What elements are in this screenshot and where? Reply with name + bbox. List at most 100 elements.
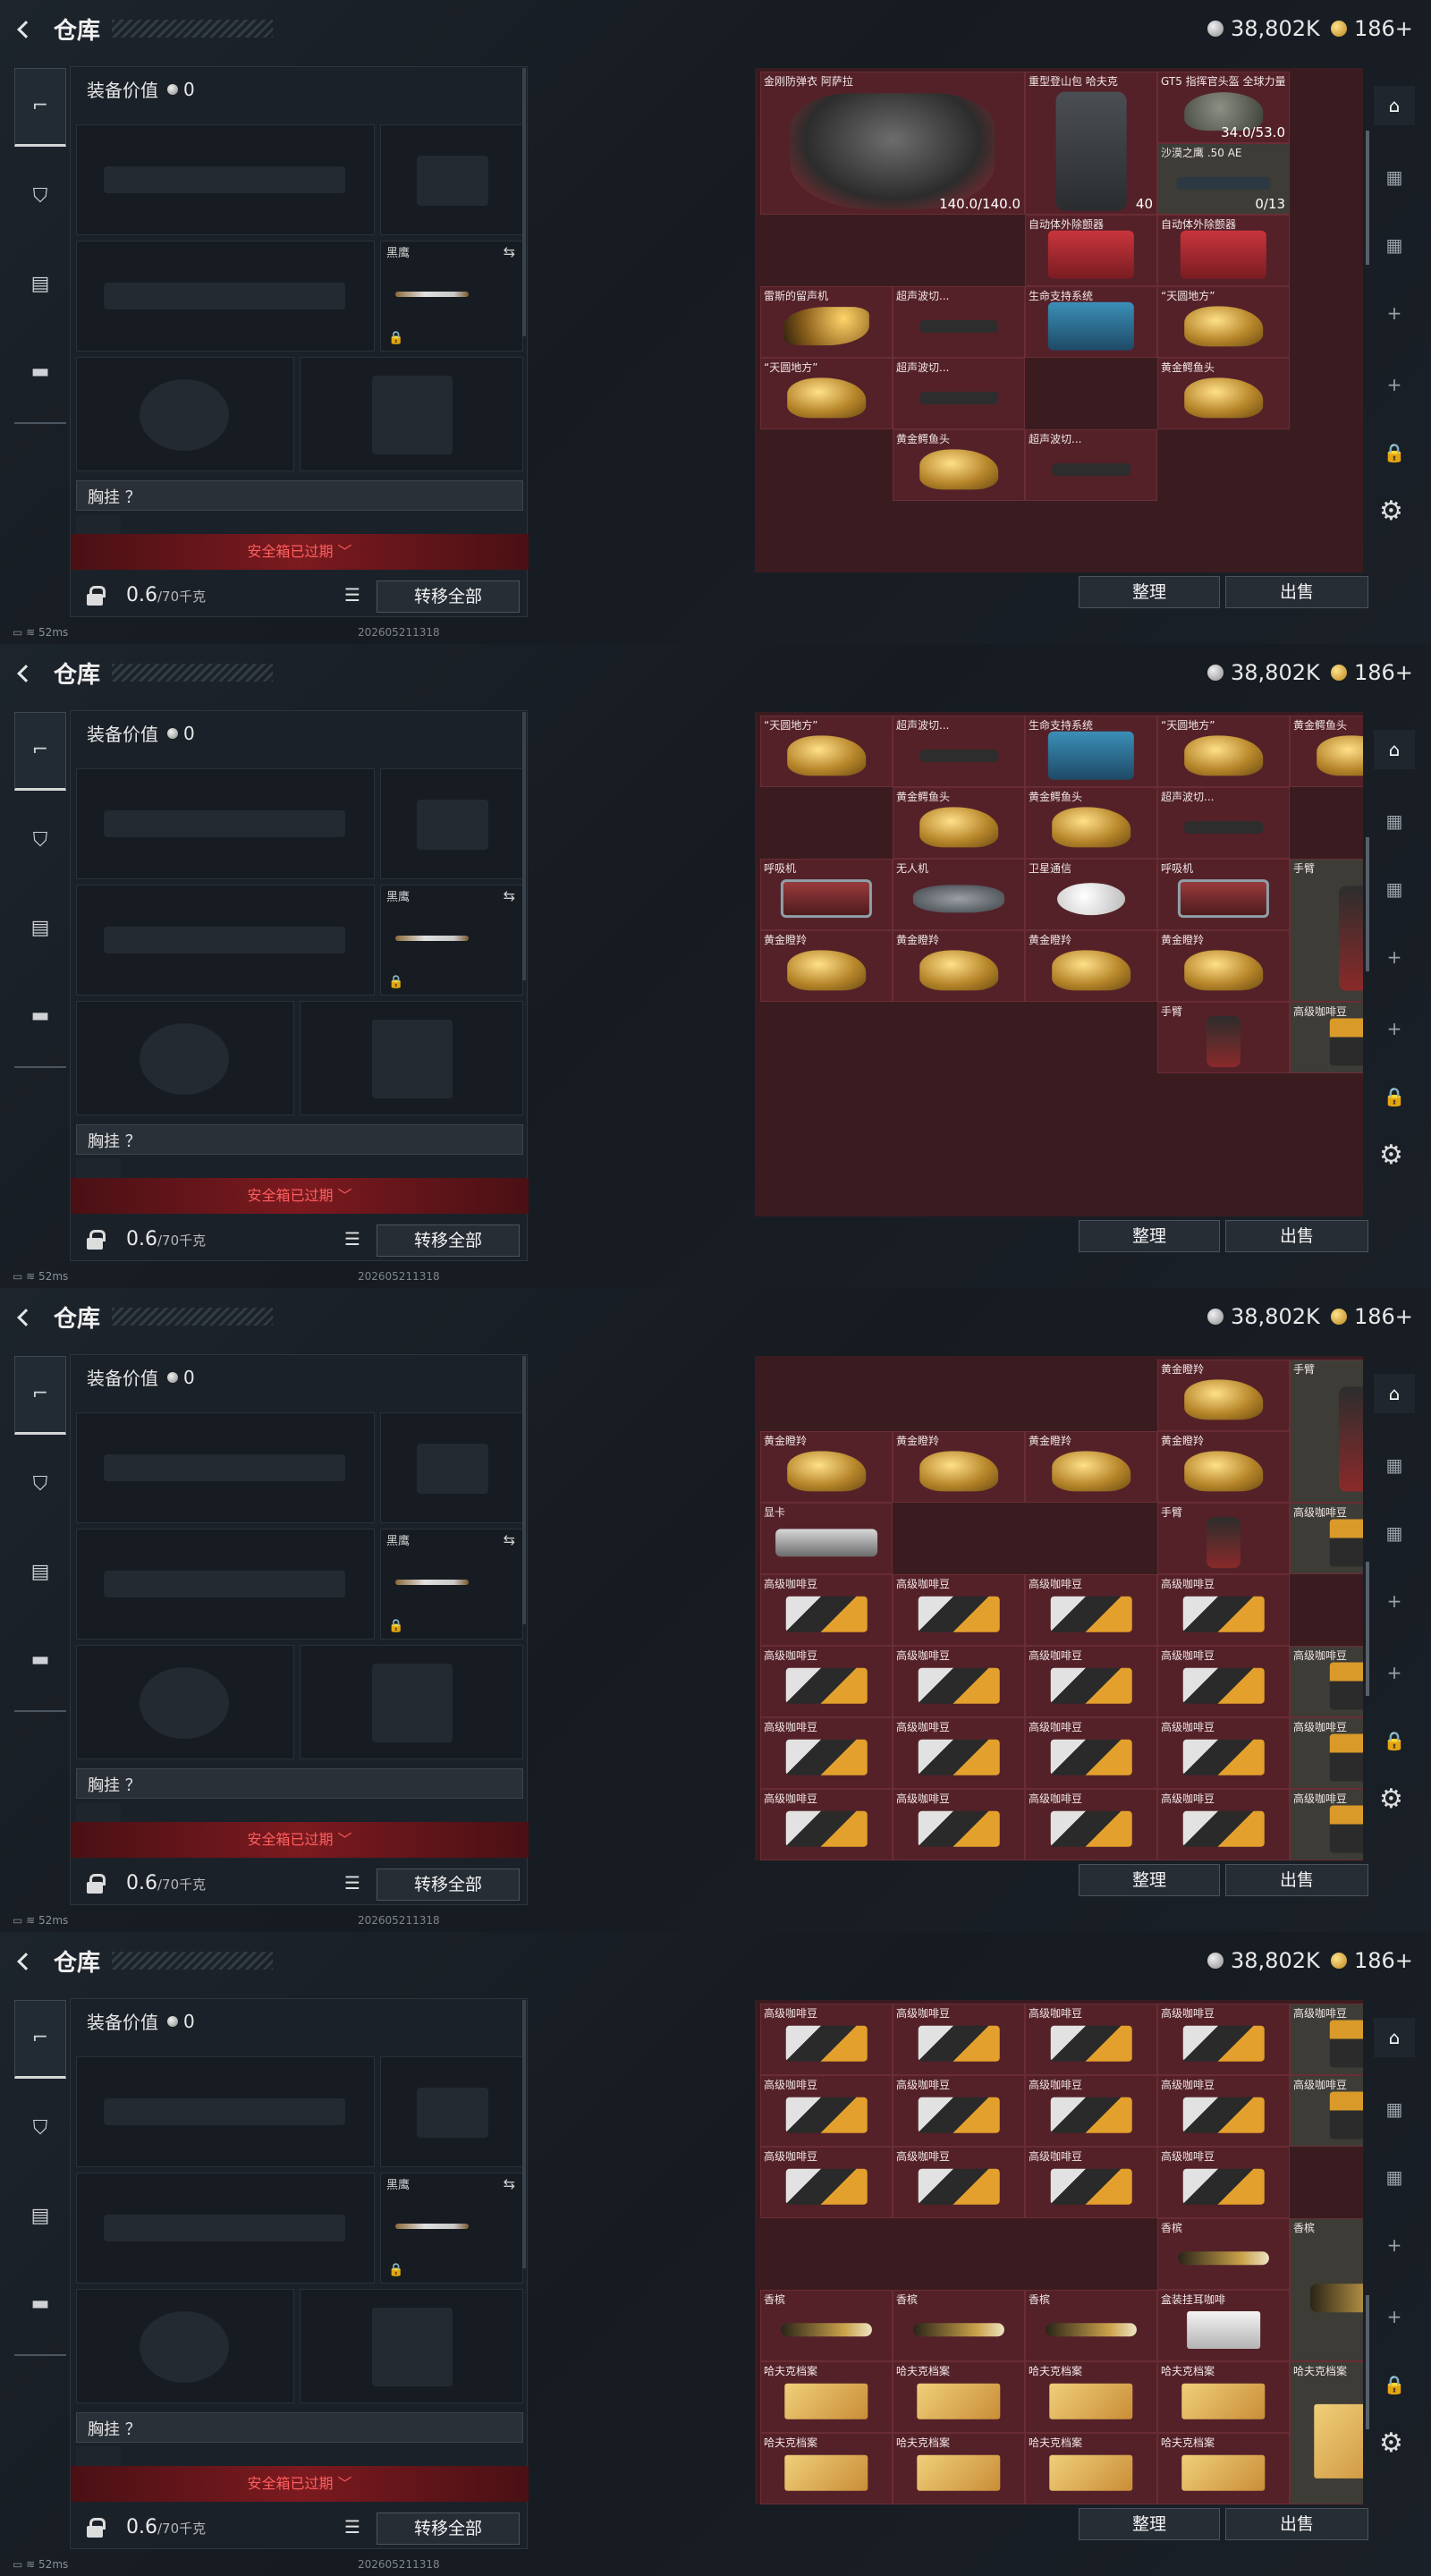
inventory-item[interactable]: 香槟	[760, 2290, 893, 2361]
inventory-item[interactable]: 高级咖啡豆	[1290, 1002, 1363, 1073]
inventory-item[interactable]: 高级咖啡豆	[893, 2147, 1025, 2218]
add-warehouse-button-2[interactable]: +	[1374, 365, 1415, 404]
pistol-slot[interactable]	[380, 1412, 523, 1523]
inventory-item[interactable]: 超声波切...	[893, 716, 1025, 787]
tab-clipboard[interactable]: ▤	[14, 1533, 66, 1612]
inventory-item[interactable]: 高级咖啡豆	[760, 2147, 893, 2218]
tab-weapons[interactable]: ⌐	[14, 712, 66, 791]
locked-warehouse-tab[interactable]: 🔒	[1374, 1077, 1415, 1116]
warehouse-scrollbar[interactable]	[1366, 1562, 1369, 1696]
inventory-item[interactable]: 黄金鳄鱼头	[893, 787, 1025, 859]
warehouse-scrollbar[interactable]	[1366, 837, 1369, 971]
helmet-slot[interactable]	[76, 1001, 294, 1115]
safebox-expired-banner[interactable]: 安全箱已过期 ﹀	[71, 1178, 529, 1214]
inventory-item[interactable]: GT5 指挥官头盔 全球力量 34.0/53.0	[1157, 72, 1290, 143]
inventory-item[interactable]: 哈夫克档案	[760, 2433, 893, 2504]
gear-icon[interactable]: ⚙	[1379, 2428, 1403, 2459]
melee-slot[interactable]: 黑鹰 ⇆ 🔒	[380, 241, 523, 352]
inventory-item[interactable]: 金刚防弹衣 阿萨拉 140.0/140.0	[760, 72, 1025, 215]
inventory-item[interactable]: 高级咖啡豆	[1025, 1646, 1157, 1717]
inventory-item[interactable]: 高级咖啡豆	[1157, 2004, 1290, 2075]
inventory-item[interactable]: 手臂	[1157, 1503, 1290, 1574]
inventory-item[interactable]: 黄金鳄鱼头	[1290, 716, 1363, 787]
tab-clipboard[interactable]: ▤	[14, 245, 66, 324]
back-arrow-icon[interactable]	[14, 660, 36, 685]
inventory-item[interactable]: 显卡	[760, 1503, 893, 1574]
primary-weapon-slot[interactable]	[76, 768, 375, 879]
warehouse-tab-2[interactable]: ▦	[1374, 1445, 1415, 1485]
inventory-item[interactable]: 高级咖啡豆	[1157, 2075, 1290, 2147]
armor-slot[interactable]	[300, 1001, 523, 1115]
inventory-item[interactable]: 高级咖啡豆	[1290, 2075, 1363, 2147]
chest-rig-slot[interactable]: 胸挂 ？	[76, 2412, 523, 2443]
inventory-item[interactable]: 哈夫克档案	[893, 2361, 1025, 2433]
tab-weapons[interactable]: ⌐	[14, 2000, 66, 2079]
inventory-item[interactable]: 沙漠之鹰 .50 AE 0/13	[1157, 143, 1290, 215]
inventory-item[interactable]: 哈夫克档案	[1025, 2433, 1157, 2504]
transfer-all-button[interactable]: 转移全部	[377, 1224, 520, 1257]
inventory-item[interactable]: 自动体外除颤器	[1157, 215, 1290, 286]
equipment-scrollbar[interactable]	[522, 68, 526, 336]
inventory-item[interactable]: 香槟	[1025, 2290, 1157, 2361]
inventory-item[interactable]: “天圆地方”	[1157, 716, 1290, 787]
sell-button[interactable]: 出售	[1225, 1864, 1368, 1896]
list-icon[interactable]: ☰	[344, 2516, 364, 2538]
pistol-slot[interactable]	[380, 2056, 523, 2167]
inventory-item[interactable]: 黄金瞪羚	[1157, 1431, 1290, 1503]
tab-briefcase[interactable]: ▬	[14, 2265, 66, 2343]
inventory-item[interactable]: 高级咖啡豆	[760, 2004, 893, 2075]
inventory-item[interactable]: 香槟	[1290, 2218, 1363, 2361]
add-warehouse-button-2[interactable]: +	[1374, 1653, 1415, 1692]
list-icon[interactable]: ☰	[344, 1228, 364, 1250]
swap-icon[interactable]: ⇆	[504, 887, 515, 904]
inventory-item[interactable]: 雷斯的留声机	[760, 286, 893, 358]
inventory-item[interactable]: 高级咖啡豆	[1290, 1646, 1363, 1717]
inventory-item[interactable]: 高级咖啡豆	[760, 2075, 893, 2147]
inventory-item[interactable]: 黄金瞪羚	[760, 930, 893, 1002]
gear-icon[interactable]: ⚙	[1379, 496, 1403, 527]
safebox-expired-banner[interactable]: 安全箱已过期 ﹀	[71, 534, 529, 570]
inventory-item[interactable]: 卫星通信	[1025, 859, 1157, 930]
inventory-item[interactable]: 呼吸机	[760, 859, 893, 930]
inventory-item[interactable]: 高级咖啡豆	[760, 1574, 893, 1646]
inventory-item[interactable]: 盒装挂耳咖啡	[1157, 2290, 1290, 2361]
warehouse-grid-viewport[interactable]: 黄金瞪羚 手臂 黄金瞪羚 黄金瞪羚 黄金瞪羚 黄金瞪羚 显卡 手臂 高级咖啡豆 高级咖啡豆 高级咖啡…	[755, 1356, 1363, 1860]
sort-button[interactable]: 整理	[1079, 1220, 1220, 1252]
add-warehouse-button[interactable]: +	[1374, 937, 1415, 977]
tab-clipboard[interactable]: ▤	[14, 889, 66, 968]
add-warehouse-button[interactable]: +	[1374, 2225, 1415, 2265]
gold-currency[interactable]: 186+	[1331, 660, 1413, 685]
inventory-item[interactable]: 高级咖啡豆	[1290, 1503, 1363, 1574]
sell-button[interactable]: 出售	[1225, 2508, 1368, 2540]
inventory-item[interactable]: 高级咖啡豆	[893, 2004, 1025, 2075]
melee-slot[interactable]: 黑鹰 ⇆ 🔒	[380, 1529, 523, 1640]
tab-briefcase[interactable]: ▬	[14, 977, 66, 1055]
tab-clipboard[interactable]: ▤	[14, 2177, 66, 2256]
inventory-item[interactable]: 黄金瞪羚	[893, 930, 1025, 1002]
tab-operator[interactable]: ⛉	[14, 801, 66, 880]
tab-briefcase[interactable]: ▬	[14, 333, 66, 411]
inventory-item[interactable]: 高级咖啡豆	[893, 1646, 1025, 1717]
inventory-item[interactable]: 香槟	[1157, 2218, 1290, 2290]
warehouse-tab-main[interactable]: ⌂	[1374, 86, 1415, 125]
inventory-item[interactable]: 超声波切...	[893, 358, 1025, 429]
inventory-item[interactable]: 生命支持系统	[1025, 716, 1157, 787]
chest-rig-slot[interactable]: 胸挂 ？	[76, 1124, 523, 1155]
inventory-item[interactable]: 高级咖啡豆	[893, 2075, 1025, 2147]
inventory-item[interactable]: “天圆地方”	[1157, 286, 1290, 358]
sell-button[interactable]: 出售	[1225, 576, 1368, 608]
sort-button[interactable]: 整理	[1079, 576, 1220, 608]
add-warehouse-button-2[interactable]: +	[1374, 2297, 1415, 2336]
safebox-expired-banner[interactable]: 安全箱已过期 ﹀	[71, 2466, 529, 2502]
inventory-item[interactable]: 手臂	[1290, 859, 1363, 1002]
warehouse-tab-2[interactable]: ▦	[1374, 2089, 1415, 2129]
inventory-item[interactable]: 黄金瞪羚	[1157, 1360, 1290, 1431]
secondary-weapon-slot[interactable]	[76, 885, 375, 996]
warehouse-tab-main[interactable]: ⌂	[1374, 2018, 1415, 2057]
inventory-item[interactable]: 哈夫克档案	[1290, 2361, 1363, 2504]
list-icon[interactable]: ☰	[344, 1872, 364, 1894]
back-arrow-icon[interactable]	[14, 16, 36, 41]
gear-icon[interactable]: ⚙	[1379, 1140, 1403, 1171]
safebox-expired-banner[interactable]: 安全箱已过期 ﹀	[71, 1822, 529, 1858]
inventory-item[interactable]: 高级咖啡豆	[1157, 1646, 1290, 1717]
